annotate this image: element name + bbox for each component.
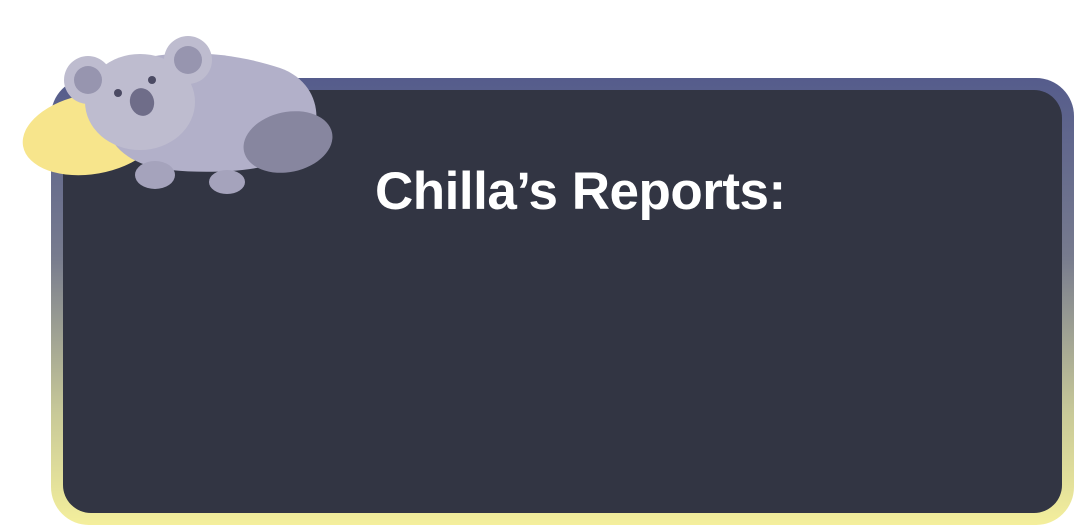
- panel-title: Chilla’s Reports:: [375, 162, 786, 221]
- koala-back-foot: [209, 170, 245, 194]
- koala-right-ear-inner: [174, 46, 202, 74]
- koala-mascot-icon: [22, 36, 333, 194]
- koala-front-foot: [135, 161, 175, 189]
- koala-left-ear-inner: [74, 66, 102, 94]
- koala-right-eye: [148, 76, 156, 84]
- koala-left-eye: [114, 89, 122, 97]
